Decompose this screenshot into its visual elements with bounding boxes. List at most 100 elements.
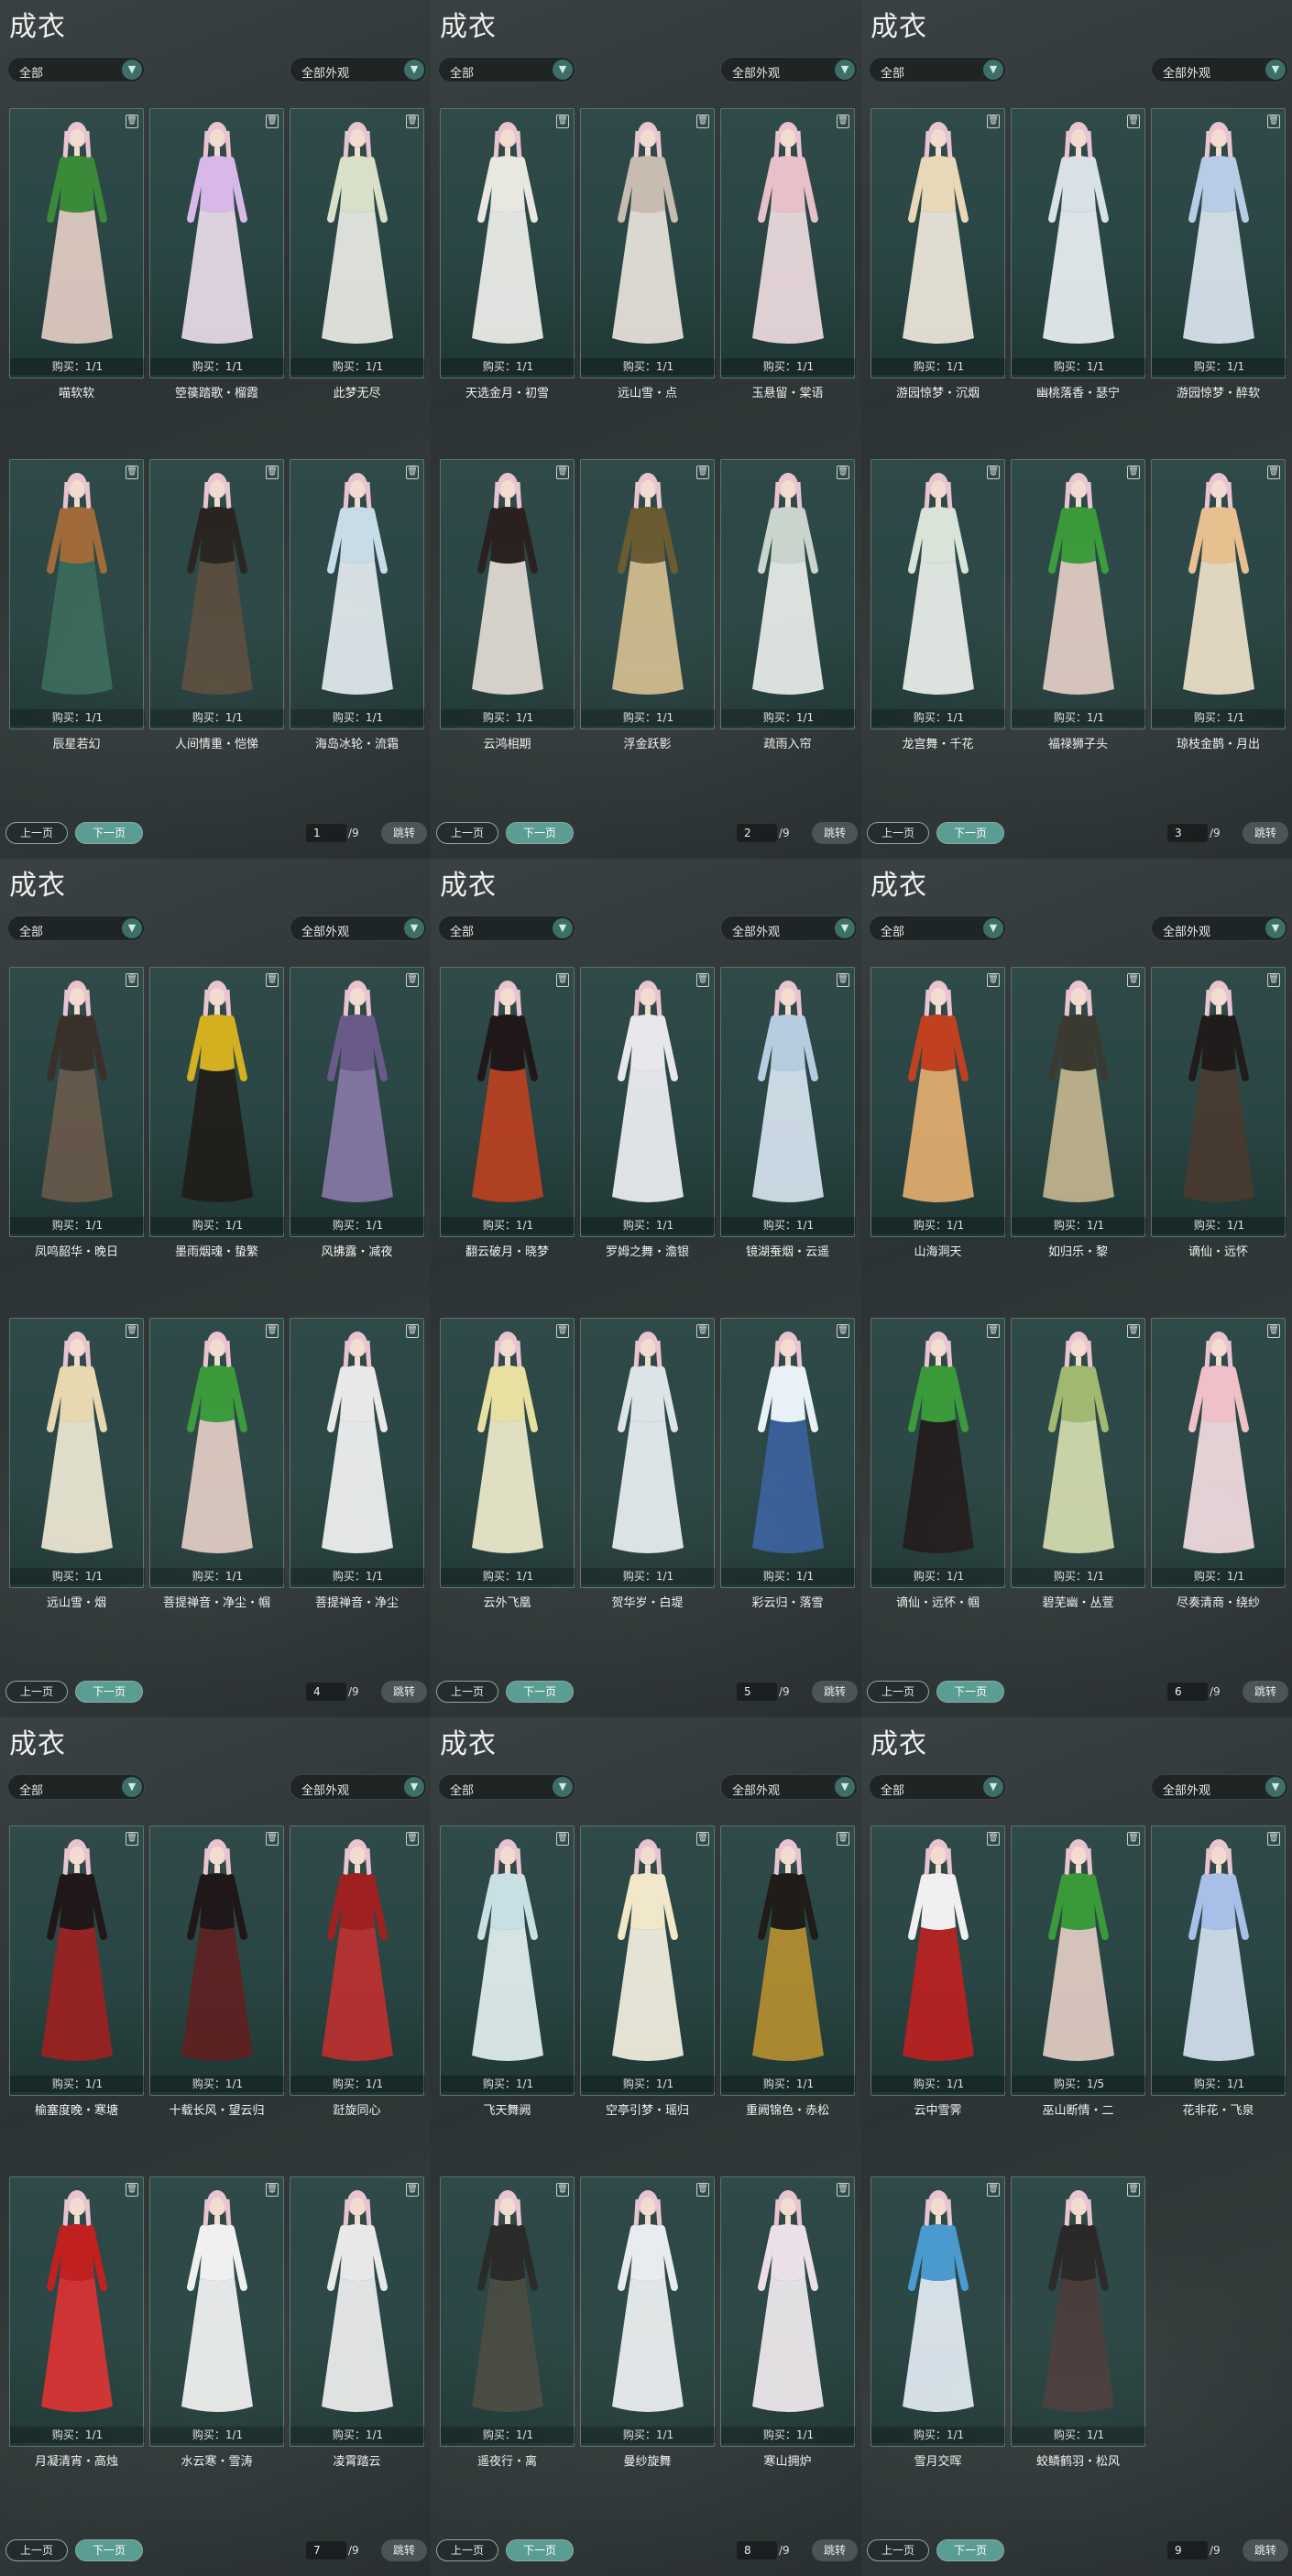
outfit-preview[interactable]: 🗑 购买：1/1: [9, 1825, 145, 2096]
next-page-button[interactable]: 下一页: [506, 822, 574, 844]
outfit-card[interactable]: 🗑 购买：1/1 云鸿相期: [440, 459, 575, 751]
outfit-card[interactable]: 🗑 购买：1/1 菩提禅音・净尘・帼: [149, 1318, 285, 1610]
chevron-down-icon[interactable]: ▼: [553, 1777, 573, 1797]
prev-page-button[interactable]: 上一页: [5, 1681, 68, 1703]
next-page-button[interactable]: 下一页: [75, 1681, 143, 1703]
outfit-preview[interactable]: 🗑 购买：1/1: [9, 967, 145, 1237]
outfit-preview[interactable]: 🗑 购买：1/1: [1011, 108, 1146, 378]
outfit-preview[interactable]: 🗑 购买：1/1: [440, 967, 575, 1237]
trash-icon[interactable]: 🗑: [556, 115, 569, 128]
outfit-preview[interactable]: 🗑 购买：1/1: [870, 967, 1006, 1237]
outfit-card[interactable]: 🗑 购买：1/1 雪月交晖: [870, 2176, 1006, 2469]
trash-icon[interactable]: 🗑: [406, 466, 419, 479]
outfit-preview[interactable]: 🗑 购买：1/1: [720, 1825, 856, 2096]
outfit-card[interactable]: 🗑 购买：1/1 跹旋同心: [290, 1825, 425, 2118]
outfit-card[interactable]: 🗑 购买：1/1 琼枝金鹊・月出: [1151, 459, 1287, 751]
outfit-card[interactable]: 🗑 购买：1/1 玉悬留・棠语: [720, 108, 856, 400]
chevron-down-icon[interactable]: ▼: [404, 918, 424, 938]
outfit-card[interactable]: 🗑 购买：1/1 榆塞度晚・寒塘: [9, 1825, 145, 2118]
outfit-card[interactable]: 🗑 购买：1/1 翻云破月・晓梦: [440, 967, 575, 1259]
outfit-preview[interactable]: 🗑 购买：1/1: [440, 459, 575, 729]
outfit-card[interactable]: 🗑 购买：1/1 蛟鳞鹤羽・松风: [1011, 2176, 1146, 2469]
outfit-card[interactable]: 🗑 购买：1/1 此梦无尽: [290, 108, 425, 400]
appearance-filter-dropdown[interactable]: 全部外观 ▼: [1151, 57, 1288, 82]
outfit-card[interactable]: 🗑 购买：1/1 喵软软: [9, 108, 145, 400]
trash-icon[interactable]: 🗑: [837, 973, 849, 987]
trash-icon[interactable]: 🗑: [266, 466, 279, 479]
trash-icon[interactable]: 🗑: [266, 973, 279, 987]
trash-icon[interactable]: 🗑: [126, 2183, 138, 2197]
jump-button[interactable]: 跳转: [381, 822, 427, 844]
outfit-card[interactable]: 🗑 购买：1/1 天选金月・初雪: [440, 108, 575, 400]
outfit-preview[interactable]: 🗑 购买：1/1: [9, 1318, 145, 1588]
outfit-card[interactable]: 🗑 购买：1/1 风拂露・减夜: [290, 967, 425, 1259]
page-number-input[interactable]: 7: [306, 2541, 346, 2560]
outfit-preview[interactable]: 🗑 购买：1/1: [1151, 967, 1287, 1237]
jump-button[interactable]: 跳转: [812, 1681, 858, 1703]
trash-icon[interactable]: 🗑: [266, 1832, 279, 1846]
outfit-card[interactable]: 🗑 购买：1/1 疏雨入帘: [720, 459, 856, 751]
outfit-preview[interactable]: 🗑 购买：1/1: [720, 459, 856, 729]
page-number-input[interactable]: 8: [737, 2541, 777, 2560]
trash-icon[interactable]: 🗑: [696, 1832, 709, 1846]
outfit-card[interactable]: 🗑 购买：1/1 碧芜幽・丛萱: [1011, 1318, 1146, 1610]
category-filter-dropdown[interactable]: 全部 ▼: [7, 57, 145, 82]
trash-icon[interactable]: 🗑: [126, 115, 138, 128]
outfit-preview[interactable]: 🗑 购买：1/1: [580, 1318, 716, 1588]
trash-icon[interactable]: 🗑: [266, 1324, 279, 1338]
trash-icon[interactable]: 🗑: [1267, 1324, 1280, 1338]
page-number-input[interactable]: 2: [737, 824, 777, 842]
outfit-card[interactable]: 🗑 购买：1/1 重阙锦色・赤松: [720, 1825, 856, 2118]
category-filter-dropdown[interactable]: 全部 ▼: [869, 915, 1006, 941]
chevron-down-icon[interactable]: ▼: [1265, 1777, 1286, 1797]
outfit-card[interactable]: 🗑 购买：1/1 花非花・飞泉: [1151, 1825, 1287, 2118]
trash-icon[interactable]: 🗑: [1267, 466, 1280, 479]
outfit-preview[interactable]: 🗑 购买：1/1: [580, 459, 716, 729]
chevron-down-icon[interactable]: ▼: [404, 1777, 424, 1797]
trash-icon[interactable]: 🗑: [1127, 1832, 1140, 1846]
prev-page-button[interactable]: 上一页: [867, 822, 929, 844]
outfit-card[interactable]: 🗑 购买：1/1 菩提禅音・净尘: [290, 1318, 425, 1610]
category-filter-dropdown[interactable]: 全部 ▼: [7, 1774, 145, 1800]
outfit-preview[interactable]: 🗑 购买：1/1: [149, 2176, 285, 2447]
trash-icon[interactable]: 🗑: [1127, 2183, 1140, 2197]
trash-icon[interactable]: 🗑: [266, 2183, 279, 2197]
outfit-card[interactable]: 🗑 购买：1/1 箜篌踏歌・榴霞: [149, 108, 285, 400]
trash-icon[interactable]: 🗑: [987, 466, 1000, 479]
outfit-preview[interactable]: 🗑 购买：1/1: [870, 459, 1006, 729]
outfit-preview[interactable]: 🗑 购买：1/1: [440, 1825, 575, 2096]
chevron-down-icon[interactable]: ▼: [983, 60, 1003, 80]
outfit-card[interactable]: 🗑 购买：1/1 凌霄踏云: [290, 2176, 425, 2469]
jump-button[interactable]: 跳转: [1243, 2539, 1288, 2561]
outfit-card[interactable]: 🗑 购买：1/1 龙宫舞・千花: [870, 459, 1006, 751]
trash-icon[interactable]: 🗑: [1127, 973, 1140, 987]
category-filter-dropdown[interactable]: 全部 ▼: [438, 57, 575, 82]
chevron-down-icon[interactable]: ▼: [1265, 918, 1286, 938]
outfit-preview[interactable]: 🗑 购买：1/1: [149, 459, 285, 729]
outfit-card[interactable]: 🗑 购买：1/1 幽桃落香・瑟宁: [1011, 108, 1146, 400]
outfit-card[interactable]: 🗑 购买：1/1 十载长风・望云归: [149, 1825, 285, 2118]
page-number-input[interactable]: 5: [737, 1683, 777, 1701]
outfit-card[interactable]: 🗑 购买：1/1 福禄狮子头: [1011, 459, 1146, 751]
page-number-input[interactable]: 9: [1167, 2541, 1208, 2560]
jump-button[interactable]: 跳转: [381, 1681, 427, 1703]
chevron-down-icon[interactable]: ▼: [983, 1777, 1003, 1797]
jump-button[interactable]: 跳转: [381, 2539, 427, 2561]
outfit-preview[interactable]: 🗑 购买：1/1: [870, 1825, 1006, 2096]
trash-icon[interactable]: 🗑: [696, 466, 709, 479]
outfit-preview[interactable]: 🗑 购买：1/1: [720, 2176, 856, 2447]
trash-icon[interactable]: 🗑: [556, 1832, 569, 1846]
chevron-down-icon[interactable]: ▼: [404, 60, 424, 80]
category-filter-dropdown[interactable]: 全部 ▼: [7, 915, 145, 941]
outfit-preview[interactable]: 🗑 购买：1/1: [720, 108, 856, 378]
chevron-down-icon[interactable]: ▼: [835, 918, 855, 938]
trash-icon[interactable]: 🗑: [987, 115, 1000, 128]
appearance-filter-dropdown[interactable]: 全部外观 ▼: [1151, 915, 1288, 941]
outfit-card[interactable]: 🗑 购买：1/1 海岛冰轮・流霜: [290, 459, 425, 751]
prev-page-button[interactable]: 上一页: [5, 822, 68, 844]
outfit-card[interactable]: 🗑 购买：1/1 凤鸣韶华・晚日: [9, 967, 145, 1259]
outfit-preview[interactable]: 🗑 购买：1/1: [1151, 108, 1287, 378]
chevron-down-icon[interactable]: ▼: [1265, 60, 1286, 80]
trash-icon[interactable]: 🗑: [406, 1832, 419, 1846]
outfit-preview[interactable]: 🗑 购买：1/1: [1151, 459, 1287, 729]
